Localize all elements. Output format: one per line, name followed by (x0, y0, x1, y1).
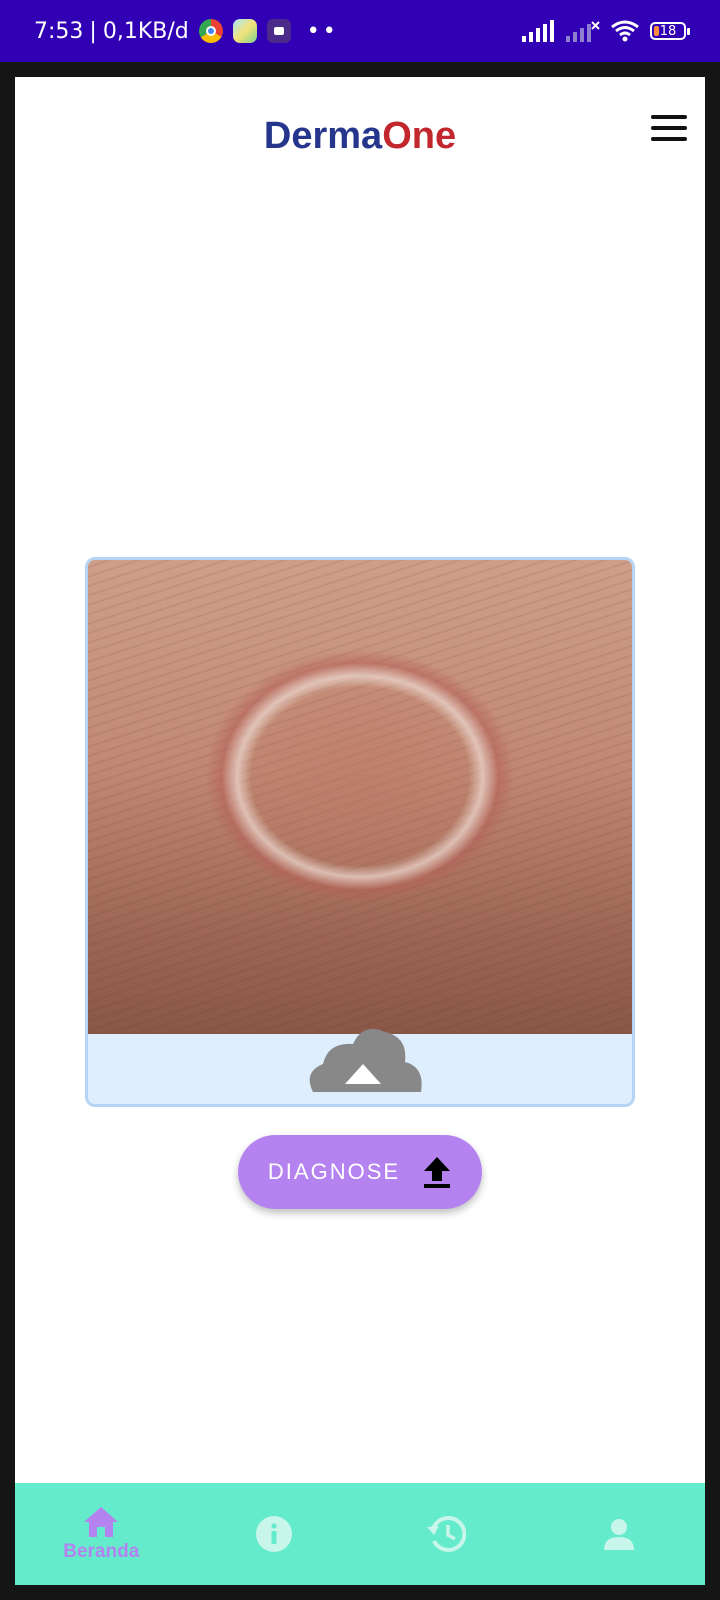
history-icon (427, 1515, 467, 1552)
nav-home-label: Beranda (63, 1541, 140, 1562)
signal-icon (522, 20, 554, 42)
nav-home[interactable]: Beranda (15, 1483, 188, 1585)
upload-arrow-icon (424, 1157, 451, 1188)
skin-lesion-photo (88, 560, 632, 1034)
info-icon (255, 1516, 292, 1552)
bottom-navigation: Beranda (15, 1483, 705, 1585)
nav-info[interactable] (188, 1483, 361, 1585)
diagnose-label: DIAGNOSE (267, 1159, 401, 1184)
status-left: 7:53 | 0,1KB/d •• (34, 19, 339, 44)
video-app-icon (266, 19, 291, 43)
home-icon (84, 1507, 119, 1537)
diagnose-button[interactable]: DIAGNOSE (238, 1135, 482, 1209)
nav-history[interactable] (360, 1483, 533, 1585)
nav-profile[interactable] (533, 1483, 706, 1585)
brand-one: One (382, 115, 457, 157)
status-network-speed: 0,1KB/d (102, 18, 189, 44)
app-logo: DermaOne (15, 115, 705, 158)
battery-level: 18 (659, 23, 677, 39)
gallery-icon (232, 19, 257, 43)
status-bar: 7:53 | 0,1KB/d •• 18 (0, 0, 720, 62)
image-upload-area[interactable] (85, 557, 635, 1107)
hamburger-menu-icon[interactable] (651, 115, 687, 141)
signal-no-service-icon (566, 21, 600, 42)
status-separator: | (89, 18, 97, 44)
brand-derma: Derma (263, 115, 383, 157)
battery-icon: 18 (650, 22, 690, 40)
status-right: 18 (522, 20, 690, 42)
status-time: 7:53 (34, 18, 84, 44)
profile-icon (603, 1519, 634, 1550)
cloud-upload-icon (309, 1028, 422, 1092)
app-screen: DermaOne DIAGNOSE Beranda (15, 77, 705, 1585)
app-header: DermaOne (15, 77, 705, 197)
chrome-icon (198, 19, 223, 43)
more-notifications-icon: •• (306, 18, 339, 44)
wifi-icon (611, 20, 639, 42)
